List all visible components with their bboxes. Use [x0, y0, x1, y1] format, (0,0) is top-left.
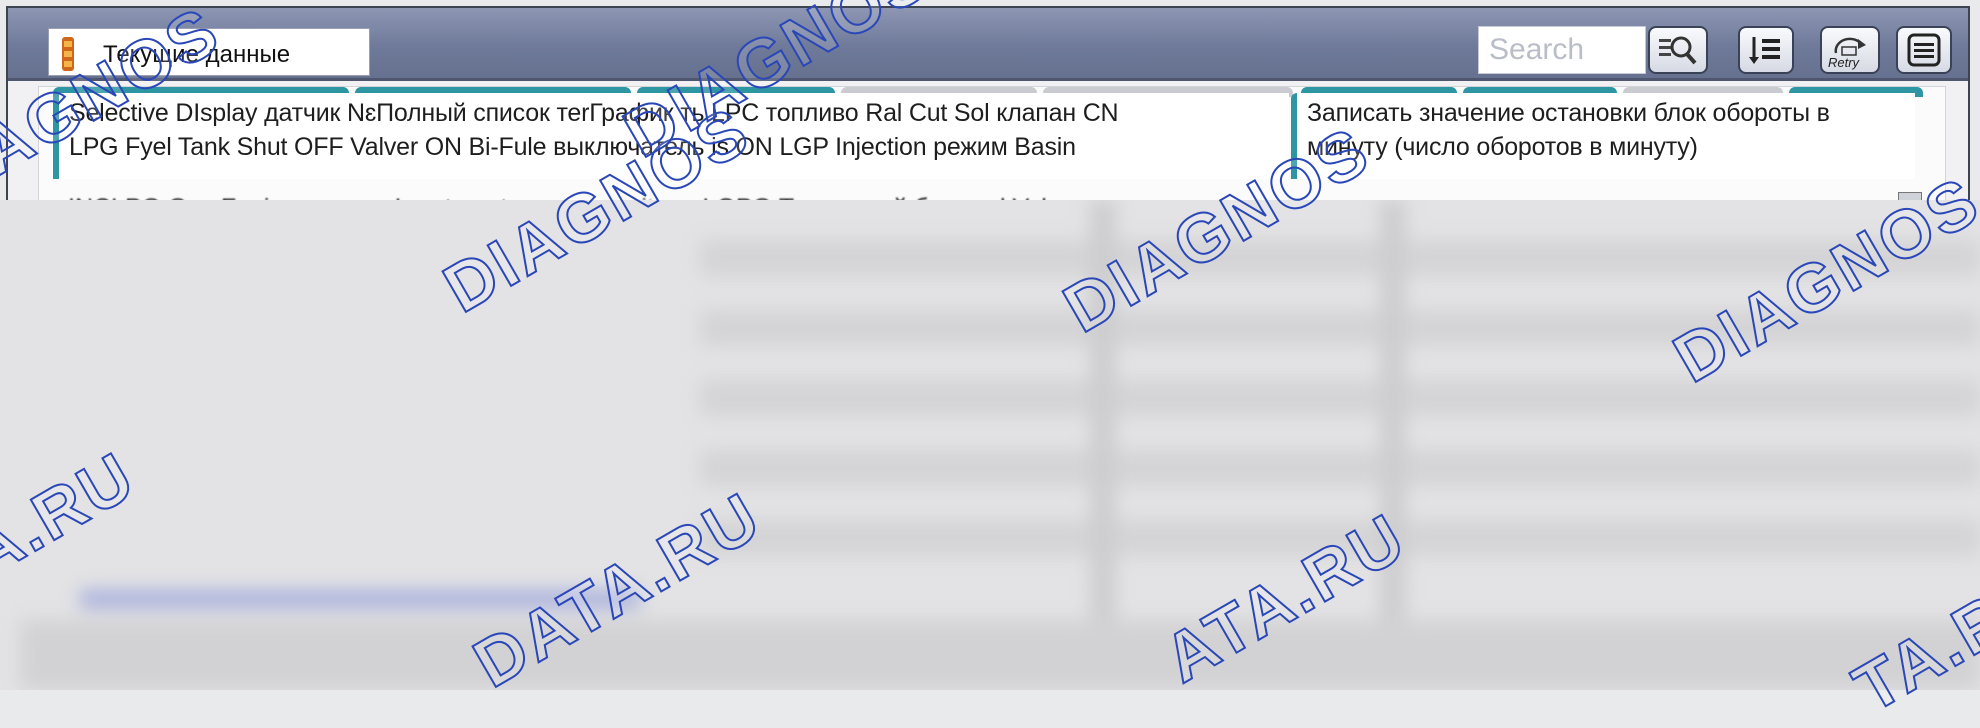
blur-row [700, 380, 1980, 416]
record-line-1: Записать значение остановки блок обороты… [1307, 99, 1830, 127]
blur-footer [20, 620, 1980, 690]
blur-column [1380, 200, 1406, 690]
menu-button[interactable] [1896, 26, 1952, 74]
blur-row [700, 450, 1980, 486]
data-list-area: Selective DIsplay датчик NɛПолный список… [38, 86, 1946, 206]
parameter-line-1: Selective DIsplay датчик NɛПолный список… [69, 99, 1119, 127]
retry-label: Retry [1828, 55, 1860, 70]
sort-list-button[interactable] [1738, 26, 1794, 74]
magnifier-list-icon [1659, 36, 1697, 65]
record-stop-panel[interactable]: Записать значение остановки блок обороты… [1291, 93, 1915, 179]
hamburger-menu-icon [1907, 33, 1941, 67]
search-input[interactable] [1478, 26, 1646, 74]
search-button[interactable] [1648, 26, 1708, 74]
blurred-data-table [0, 200, 1980, 690]
sorted-list-icon [1749, 37, 1780, 64]
blurred-content [0, 200, 1980, 690]
parameter-line-2: LPG Fyel Tank Shut OFF Valver ON Bi-Fule… [69, 133, 1076, 161]
retry-button[interactable]: Retry [1820, 26, 1880, 74]
title-bar: Текущие данные Search Retry [8, 8, 1968, 81]
